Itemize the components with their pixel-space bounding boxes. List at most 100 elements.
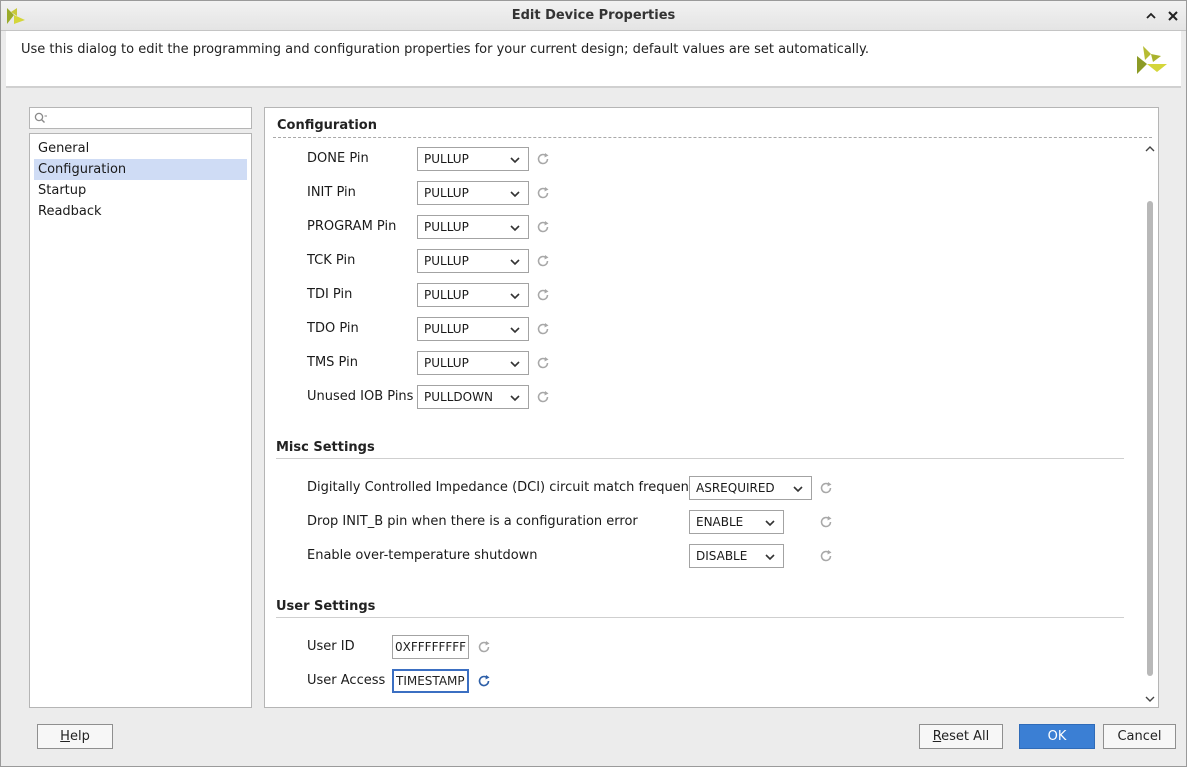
nav-item-general[interactable]: General — [34, 138, 247, 159]
dialog-window: Edit Device Properties Use this dialog t… — [0, 0, 1187, 767]
user-settings-divider — [276, 617, 1124, 618]
tdi-pin-dropdown[interactable]: PULLUP — [417, 283, 529, 307]
dropdown-value: PULLUP — [424, 186, 469, 200]
chevron-down-icon — [765, 554, 775, 561]
property-row-tms-pin: TMS Pin PULLUP — [265, 351, 565, 375]
dci-frequency-dropdown[interactable]: ASREQUIRED — [689, 476, 812, 500]
dropdown-value: PULLUP — [424, 356, 469, 370]
unused-iob-pins-dropdown[interactable]: PULLDOWN — [417, 385, 529, 409]
over-temp-shutdown-dropdown[interactable]: DISABLE — [689, 544, 784, 568]
reset-icon[interactable] — [536, 220, 550, 234]
drop-init-b-dropdown[interactable]: ENABLE — [689, 510, 784, 534]
reset-all-button[interactable]: Reset All — [919, 724, 1003, 749]
search-field[interactable] — [29, 107, 252, 129]
header-description: Use this dialog to edit the programming … — [21, 42, 869, 57]
close-icon — [1168, 11, 1178, 21]
reset-icon[interactable] — [536, 152, 550, 166]
tdo-pin-dropdown[interactable]: PULLUP — [417, 317, 529, 341]
vendor-logo-icon — [1137, 46, 1167, 74]
property-row-tdo-pin: TDO Pin PULLUP — [265, 317, 565, 341]
left-nav-panel: General Configuration Startup Readback — [29, 107, 253, 708]
nav-item-configuration[interactable]: Configuration — [34, 159, 247, 180]
reset-icon[interactable] — [536, 390, 550, 404]
chevron-down-icon — [510, 191, 520, 198]
ok-button[interactable]: OK — [1019, 724, 1095, 749]
reset-all-label: eset All — [941, 729, 990, 744]
chevron-down-icon — [510, 361, 520, 368]
help-button[interactable]: Help — [37, 724, 113, 749]
property-label: TMS Pin — [307, 355, 358, 370]
property-row-tdi-pin: TDI Pin PULLUP — [265, 283, 565, 307]
property-label: Unused IOB Pins — [307, 389, 414, 404]
chevron-down-icon — [510, 259, 520, 266]
dialog-header: Use this dialog to edit the programming … — [6, 31, 1181, 88]
cancel-button[interactable]: Cancel — [1103, 724, 1176, 749]
reset-icon[interactable] — [477, 640, 491, 654]
help-label: elp — [69, 729, 90, 744]
reset-icon[interactable] — [536, 322, 550, 336]
reset-mnemonic: R — [932, 729, 942, 744]
chevron-down-icon — [510, 327, 520, 334]
property-label: DONE Pin — [307, 151, 369, 166]
reset-icon[interactable] — [536, 288, 550, 302]
search-input[interactable] — [48, 109, 248, 127]
property-row-tck-pin: TCK Pin PULLUP — [265, 249, 565, 273]
property-label: Enable over-temperature shutdown — [307, 548, 538, 563]
scroll-down-icon[interactable] — [1145, 696, 1155, 703]
property-row-drop-init-b: Drop INIT_B pin when there is a configur… — [265, 510, 845, 534]
maximize-button[interactable] — [1141, 6, 1161, 26]
nav-item-startup[interactable]: Startup — [34, 180, 247, 201]
reset-icon[interactable] — [819, 515, 833, 529]
section-title: Configuration — [277, 118, 377, 133]
chevron-down-icon — [510, 157, 520, 164]
property-label: TDI Pin — [307, 287, 353, 302]
dropdown-value: PULLDOWN — [424, 390, 493, 404]
property-row-user-id: User ID — [265, 635, 525, 659]
user-id-input[interactable] — [392, 635, 469, 659]
help-mnemonic: H — [60, 729, 70, 744]
misc-settings-title: Misc Settings — [276, 440, 375, 455]
chevron-down-icon — [510, 225, 520, 232]
property-label: TCK Pin — [307, 253, 356, 268]
search-icon — [34, 112, 47, 123]
property-row-dci-frequency: Digitally Controlled Impedance (DCI) cir… — [265, 476, 845, 500]
dropdown-value: PULLUP — [424, 322, 469, 336]
vertical-scrollbar[interactable] — [1142, 140, 1158, 707]
nav-item-readback[interactable]: Readback — [34, 201, 247, 222]
reset-icon[interactable] — [536, 186, 550, 200]
dropdown-value: PULLUP — [424, 152, 469, 166]
init-pin-dropdown[interactable]: PULLUP — [417, 181, 529, 205]
content-panel: Configuration DONE Pin PULLUP INIT Pin P… — [264, 107, 1159, 708]
reset-icon[interactable] — [477, 674, 491, 688]
scrollbar-thumb[interactable] — [1147, 201, 1153, 676]
dropdown-value: PULLUP — [424, 288, 469, 302]
chevron-down-icon — [510, 395, 520, 402]
properties-scroll-area: DONE Pin PULLUP INIT Pin PULLUP PROGRAM … — [265, 140, 1158, 707]
dropdown-value: PULLUP — [424, 254, 469, 268]
program-pin-dropdown[interactable]: PULLUP — [417, 215, 529, 239]
window-title: Edit Device Properties — [511, 8, 676, 23]
chevron-down-icon — [510, 293, 520, 300]
tms-pin-dropdown[interactable]: PULLUP — [417, 351, 529, 375]
dropdown-value: DISABLE — [696, 549, 748, 563]
close-button[interactable] — [1163, 6, 1183, 26]
tck-pin-dropdown[interactable]: PULLUP — [417, 249, 529, 273]
reset-icon[interactable] — [819, 481, 833, 495]
done-pin-dropdown[interactable]: PULLUP — [417, 147, 529, 171]
reset-icon[interactable] — [536, 254, 550, 268]
property-label: Digitally Controlled Impedance (DCI) cir… — [307, 480, 704, 495]
reset-icon[interactable] — [536, 356, 550, 370]
reset-icon[interactable] — [819, 549, 833, 563]
scroll-up-icon[interactable] — [1145, 145, 1155, 152]
title-bar: Edit Device Properties — [1, 1, 1186, 31]
dropdown-value: PULLUP — [424, 220, 469, 234]
chevron-down-icon — [793, 486, 803, 493]
property-label: Drop INIT_B pin when there is a configur… — [307, 514, 638, 529]
property-row-program-pin: PROGRAM Pin PULLUP — [265, 215, 565, 239]
property-row-init-pin: INIT Pin PULLUP — [265, 181, 565, 205]
property-label: INIT Pin — [307, 185, 356, 200]
user-settings-title: User Settings — [276, 599, 376, 614]
dropdown-value: ENABLE — [696, 515, 744, 529]
user-access-input[interactable] — [392, 669, 469, 693]
chevron-up-icon — [1146, 12, 1156, 19]
